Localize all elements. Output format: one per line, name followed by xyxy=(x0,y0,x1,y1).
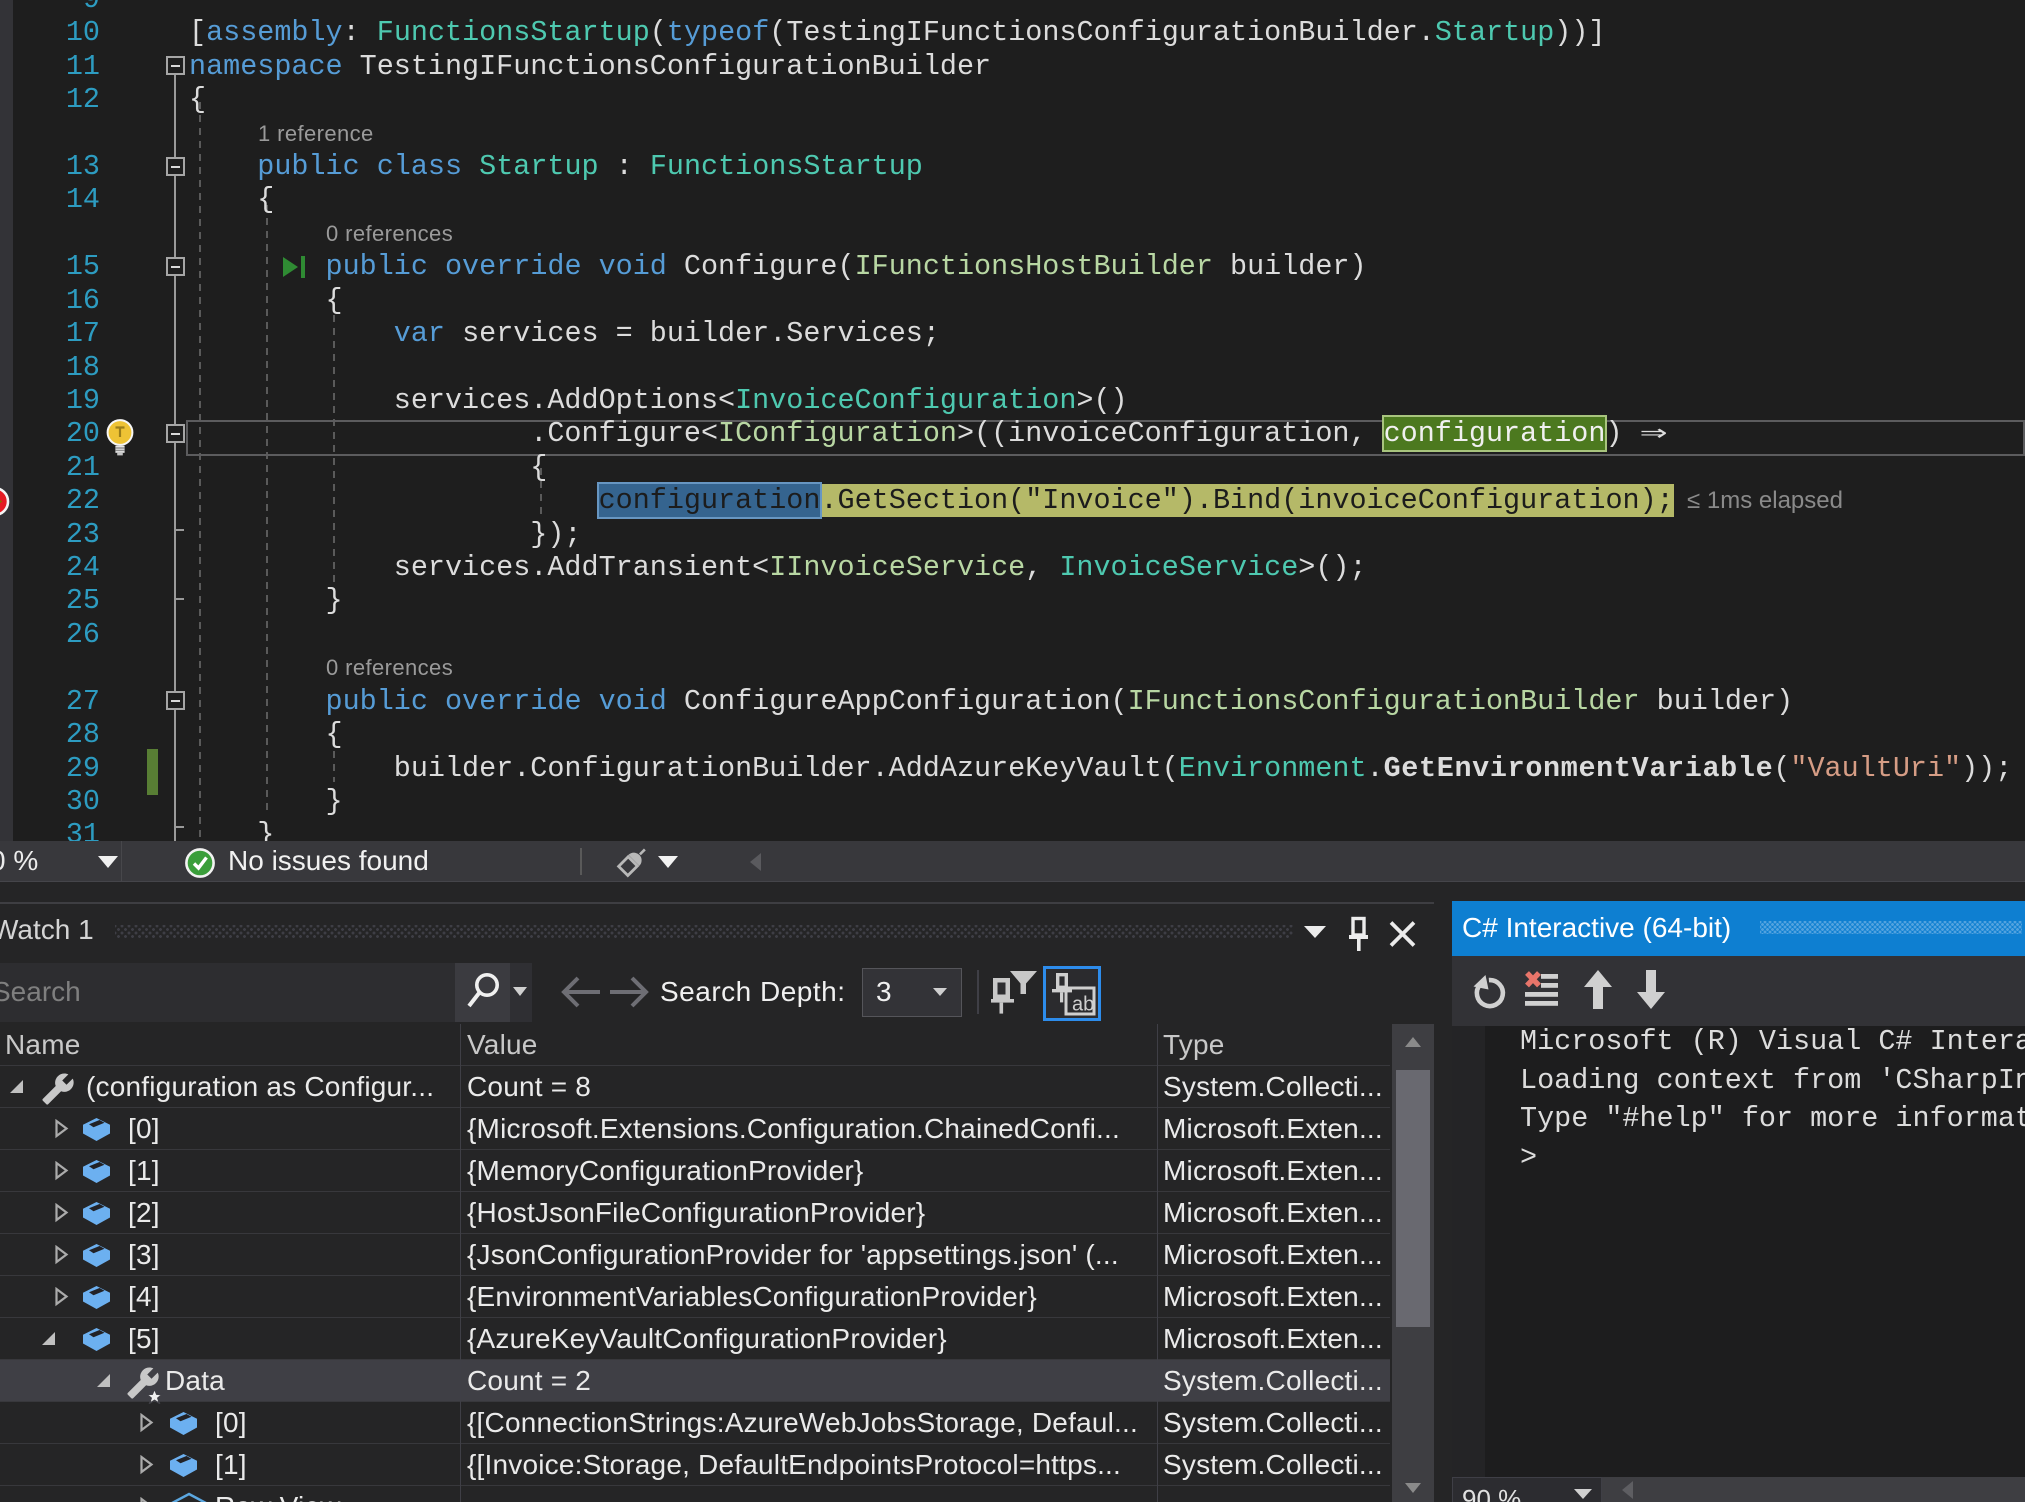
svg-text:ab: ab xyxy=(1072,994,1094,1016)
